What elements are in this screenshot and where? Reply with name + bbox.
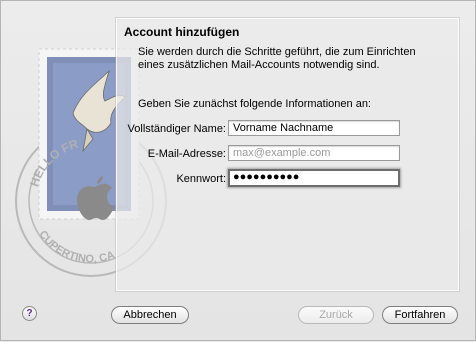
email-field[interactable]: max@example.com bbox=[228, 145, 400, 161]
cancel-button[interactable]: Abbrechen bbox=[111, 306, 189, 324]
apple-logo-icon bbox=[77, 176, 114, 220]
full-name-label: Vollständiger Name: bbox=[127, 123, 226, 135]
password-field[interactable]: ●●●●●●●●●● bbox=[228, 169, 400, 187]
add-account-dialog: HELLO FR CUPERTINO, CA Account hinzufüge… bbox=[0, 0, 476, 341]
help-button[interactable]: ? bbox=[22, 306, 37, 321]
full-name-field[interactable]: Vorname Nachname bbox=[228, 120, 400, 136]
password-label: Kennwort: bbox=[176, 173, 226, 185]
back-button[interactable]: Zurück bbox=[298, 306, 374, 324]
postmark-top-text: HELLO FR bbox=[27, 137, 80, 189]
dialog-title: Account hinzufügen bbox=[124, 25, 240, 39]
email-label: E-Mail-Adresse: bbox=[147, 148, 226, 160]
prompt-text: Geben Sie zunächst folgende Informatione… bbox=[138, 98, 371, 110]
intro-text: Sie werden durch die Schritte geführt, d… bbox=[138, 46, 416, 71]
postmark-bottom-text: CUPERTINO, CA bbox=[36, 229, 116, 266]
continue-button[interactable]: Fortfahren bbox=[382, 306, 458, 324]
